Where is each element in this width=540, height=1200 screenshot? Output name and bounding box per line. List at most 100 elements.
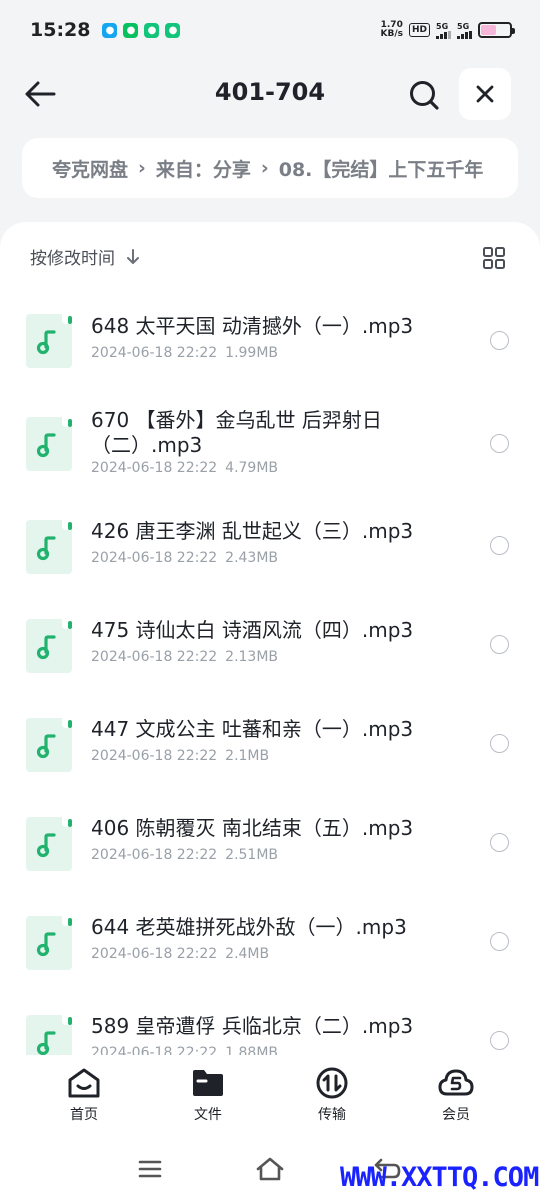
back-button[interactable]	[22, 76, 58, 112]
file-meta: 2024-06-18 22:22 1.99MB	[91, 345, 278, 361]
select-radio[interactable]	[490, 932, 509, 951]
audio-file-icon	[26, 417, 72, 471]
tab-files[interactable]: 文件	[168, 1066, 248, 1132]
watermark-text: WWW.XXTTQ.COM	[340, 1162, 539, 1193]
audio-file-icon	[26, 520, 72, 574]
file-name: 447 文成公主 吐蕃和亲（一）.mp3	[91, 717, 414, 741]
file-meta: 2024-06-18 22:22 2.43MB	[91, 550, 278, 566]
status-time: 15:28	[30, 19, 91, 41]
app-icon: ●	[144, 22, 160, 38]
list-item[interactable]: 447 文成公主 吐蕃和亲（一）.mp3 2024-06-18 22:22 2.1…	[0, 678, 540, 777]
recents-button[interactable]	[135, 1154, 165, 1184]
file-date: 2024-06-18 22:22	[91, 649, 218, 665]
system-nav-bar: WWW.XXTTQ.COM	[0, 1138, 540, 1200]
select-radio[interactable]	[490, 734, 509, 753]
audio-file-icon	[26, 817, 72, 871]
file-date: 2024-06-18 22:22	[91, 1045, 218, 1055]
sim1-label: 5G	[436, 21, 449, 31]
sort-button[interactable]: 按修改时间	[30, 244, 141, 269]
select-radio[interactable]	[490, 635, 509, 654]
tab-label: 会员	[442, 1107, 470, 1123]
file-list: 648 太平天国 动清撼外（一）.mp3 2024-06-18 22:22 1.9…	[0, 282, 540, 1055]
file-size: 2.4MB	[225, 946, 270, 962]
file-name: 589 皇帝遭俘 兵临北京（二）.mp3	[91, 1014, 414, 1038]
breadcrumb-item-share[interactable]: 来自：分享	[156, 155, 251, 182]
tab-transfer[interactable]: 传输	[292, 1066, 372, 1132]
list-item[interactable]: 644 老英雄拼死战外敌（一）.mp3 2024-06-18 22:22 2.4M…	[0, 876, 540, 975]
search-icon	[410, 81, 439, 110]
select-radio[interactable]	[490, 1031, 509, 1050]
search-button[interactable]	[404, 75, 444, 115]
home-nav-button[interactable]	[255, 1154, 285, 1184]
qq-icon: ●	[102, 22, 118, 38]
file-date: 2024-06-18 22:22	[91, 460, 218, 476]
file-meta: 2024-06-18 22:22 2.1MB	[91, 748, 269, 764]
arrow-left-icon	[25, 81, 56, 107]
grid-view-button[interactable]	[480, 244, 508, 272]
file-date: 2024-06-18 22:22	[91, 946, 218, 962]
list-item[interactable]: 406 陈朝覆灭 南北结束（五）.mp3 2024-06-18 22:22 2.5…	[0, 777, 540, 876]
tab-label: 首页	[70, 1107, 98, 1123]
file-size: 2.51MB	[225, 847, 279, 863]
file-name: 406 陈朝覆灭 南北结束（五）.mp3	[91, 816, 414, 840]
file-size: 4.79MB	[225, 460, 279, 476]
select-radio[interactable]	[490, 331, 509, 350]
file-size: 1.88MB	[225, 1045, 279, 1055]
sim2-label: 5G	[457, 21, 470, 31]
tab-home[interactable]: 首页	[44, 1066, 124, 1132]
file-name: 475 诗仙太白 诗酒风流（四）.mp3	[91, 618, 414, 642]
select-radio[interactable]	[490, 833, 509, 852]
breadcrumb-item-folder[interactable]: 08.【完结】上下五千年	[279, 155, 484, 182]
notification-icons: ● ● ● ●	[102, 22, 181, 38]
tab-label: 传输	[318, 1107, 346, 1123]
file-meta: 2024-06-18 22:22 2.4MB	[91, 946, 269, 962]
home-icon	[68, 1068, 100, 1098]
chevron-right-icon: ›	[260, 157, 269, 179]
tab-vip[interactable]: 会员	[416, 1066, 496, 1132]
battery-icon	[478, 22, 515, 38]
file-size: 1.99MB	[225, 345, 279, 361]
list-item[interactable]: 475 诗仙太白 诗酒风流（四）.mp3 2024-06-18 22:22 2.1…	[0, 579, 540, 678]
signal-icon-2: 5G	[457, 22, 472, 39]
file-date: 2024-06-18 22:22	[91, 345, 218, 361]
audio-file-icon	[26, 718, 72, 772]
file-date: 2024-06-18 22:22	[91, 748, 218, 764]
breadcrumb: 夸克网盘 › 来自：分享 › 08.【完结】上下五千年	[22, 138, 518, 198]
file-date: 2024-06-18 22:22	[91, 847, 218, 863]
signal-icon: 5G	[436, 22, 451, 39]
audio-file-icon	[26, 314, 72, 368]
app-icon-2: ●	[165, 22, 181, 38]
file-size: 2.1MB	[225, 748, 270, 764]
file-meta: 2024-06-18 22:22 2.13MB	[91, 649, 278, 665]
list-item[interactable]: 648 太平天国 动清撼外（一）.mp3 2024-06-18 22:22 1.9…	[0, 282, 540, 381]
file-meta: 2024-06-18 22:22 4.79MB	[91, 460, 278, 476]
file-panel: 按修改时间 648 太平天国 动清撼外（一）.mp3 2024-06-18 22…	[0, 222, 540, 1200]
file-size: 2.13MB	[225, 649, 279, 665]
audio-file-icon	[26, 1015, 72, 1055]
file-name: 426 唐王李渊 乱世起义（三）.mp3	[91, 519, 414, 543]
list-item[interactable]: 426 唐王李渊 乱世起义（三）.mp3 2024-06-18 22:22 2.4…	[0, 480, 540, 579]
file-meta: 2024-06-18 22:22 1.88MB	[91, 1045, 278, 1055]
select-radio[interactable]	[490, 434, 509, 453]
status-bar: 15:28 ● ● ● ● 1.70 KB/s HD 5G 5G	[0, 0, 540, 60]
arrow-down-icon	[127, 248, 139, 264]
list-item[interactable]: 589 皇帝遭俘 兵临北京（二）.mp3 2024-06-18 22:22 1.8…	[0, 975, 540, 1055]
battery-fill	[481, 25, 497, 35]
list-item[interactable]: 670 【番外】金乌乱世 后羿射日（二）.mp3 2024-06-18 22:2…	[0, 381, 540, 480]
header: 401-704	[0, 62, 540, 124]
select-radio[interactable]	[490, 536, 509, 555]
chevron-right-icon: ›	[138, 157, 146, 179]
transfer-icon	[316, 1067, 348, 1099]
status-right: 1.70 KB/s HD 5G 5G	[381, 21, 515, 39]
menu-icon	[138, 1160, 162, 1178]
close-button[interactable]	[459, 68, 511, 120]
file-meta: 2024-06-18 22:22 2.51MB	[91, 847, 278, 863]
sort-label: 按修改时间	[30, 249, 115, 269]
bottom-tab-bar: 首页 文件 传输 会员	[0, 1056, 540, 1138]
file-name: 648 太平天国 动清撼外（一）.mp3	[91, 314, 414, 338]
breadcrumb-item-root[interactable]: 夸克网盘	[52, 155, 128, 182]
vip-cloud-icon	[438, 1069, 474, 1096]
file-date: 2024-06-18 22:22	[91, 550, 218, 566]
file-name: 670 【番外】金乌乱世 后羿射日（二）.mp3	[91, 408, 382, 457]
folder-icon	[193, 1070, 223, 1096]
